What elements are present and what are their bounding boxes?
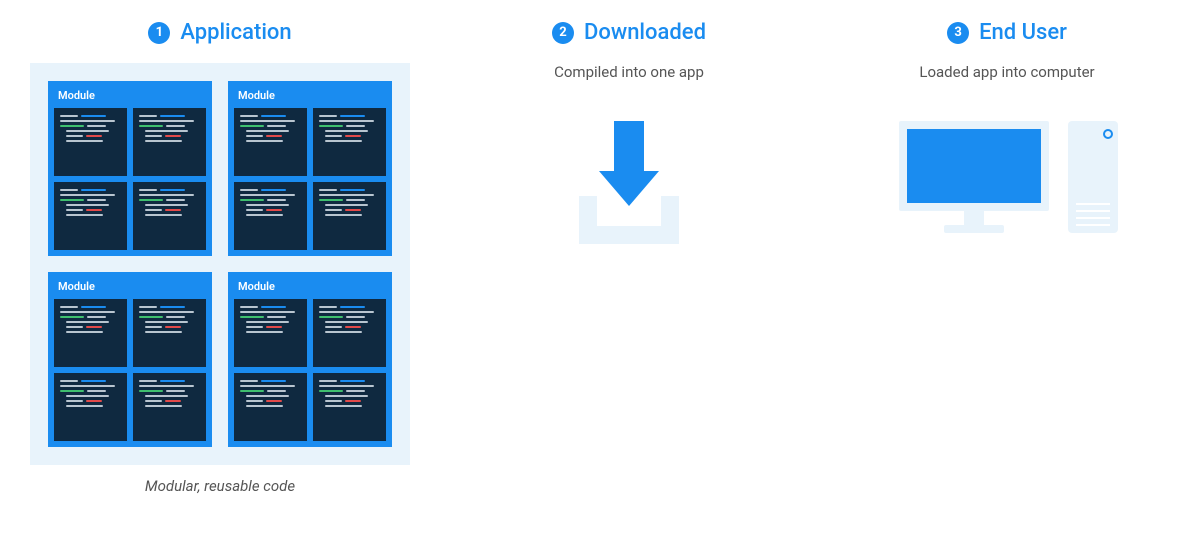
application-modules-grid: Module — [30, 63, 410, 465]
code-tile — [313, 299, 386, 367]
caption-application: Modular, reusable code — [145, 477, 295, 495]
code-tile — [313, 373, 386, 441]
module: Module — [48, 272, 212, 447]
column-application: 1 Application Module — [30, 20, 410, 495]
code-tile — [54, 108, 127, 176]
computer-icon — [894, 116, 1121, 236]
column-enduser: 3 End User Loaded app into computer — [848, 20, 1166, 495]
title-application: Application — [180, 20, 291, 45]
code-tile — [234, 108, 307, 176]
code-tile — [133, 299, 206, 367]
diagram-container: 1 Application Module — [30, 20, 1166, 495]
code-tile — [54, 299, 127, 367]
heading-application: 1 Application — [148, 20, 291, 45]
heading-downloaded: 2 Downloaded — [552, 20, 706, 45]
code-tile — [133, 108, 206, 176]
badge-number: 3 — [947, 22, 969, 44]
module-label: Module — [234, 278, 386, 299]
title-downloaded: Downloaded — [584, 20, 706, 45]
module-label: Module — [234, 87, 386, 108]
code-tile — [54, 182, 127, 250]
module-label: Module — [54, 278, 206, 299]
subtitle-enduser: Loaded app into computer — [919, 63, 1094, 81]
code-tile — [313, 108, 386, 176]
code-tile — [313, 182, 386, 250]
title-enduser: End User — [979, 20, 1067, 45]
heading-enduser: 3 End User — [947, 20, 1067, 45]
code-tile — [234, 373, 307, 441]
module: Module — [48, 81, 212, 256]
badge-number: 1 — [148, 22, 170, 44]
code-tile — [234, 299, 307, 367]
badge-number: 2 — [552, 22, 574, 44]
column-downloaded: 2 Downloaded Compiled into one app — [470, 20, 788, 495]
subtitle-downloaded: Compiled into one app — [554, 63, 704, 81]
module: Module — [228, 272, 392, 447]
module: Module — [228, 81, 392, 256]
download-icon — [569, 116, 689, 250]
code-tile — [133, 182, 206, 250]
module-label: Module — [54, 87, 206, 108]
code-tile — [133, 373, 206, 441]
code-tile — [54, 373, 127, 441]
code-tile — [234, 182, 307, 250]
